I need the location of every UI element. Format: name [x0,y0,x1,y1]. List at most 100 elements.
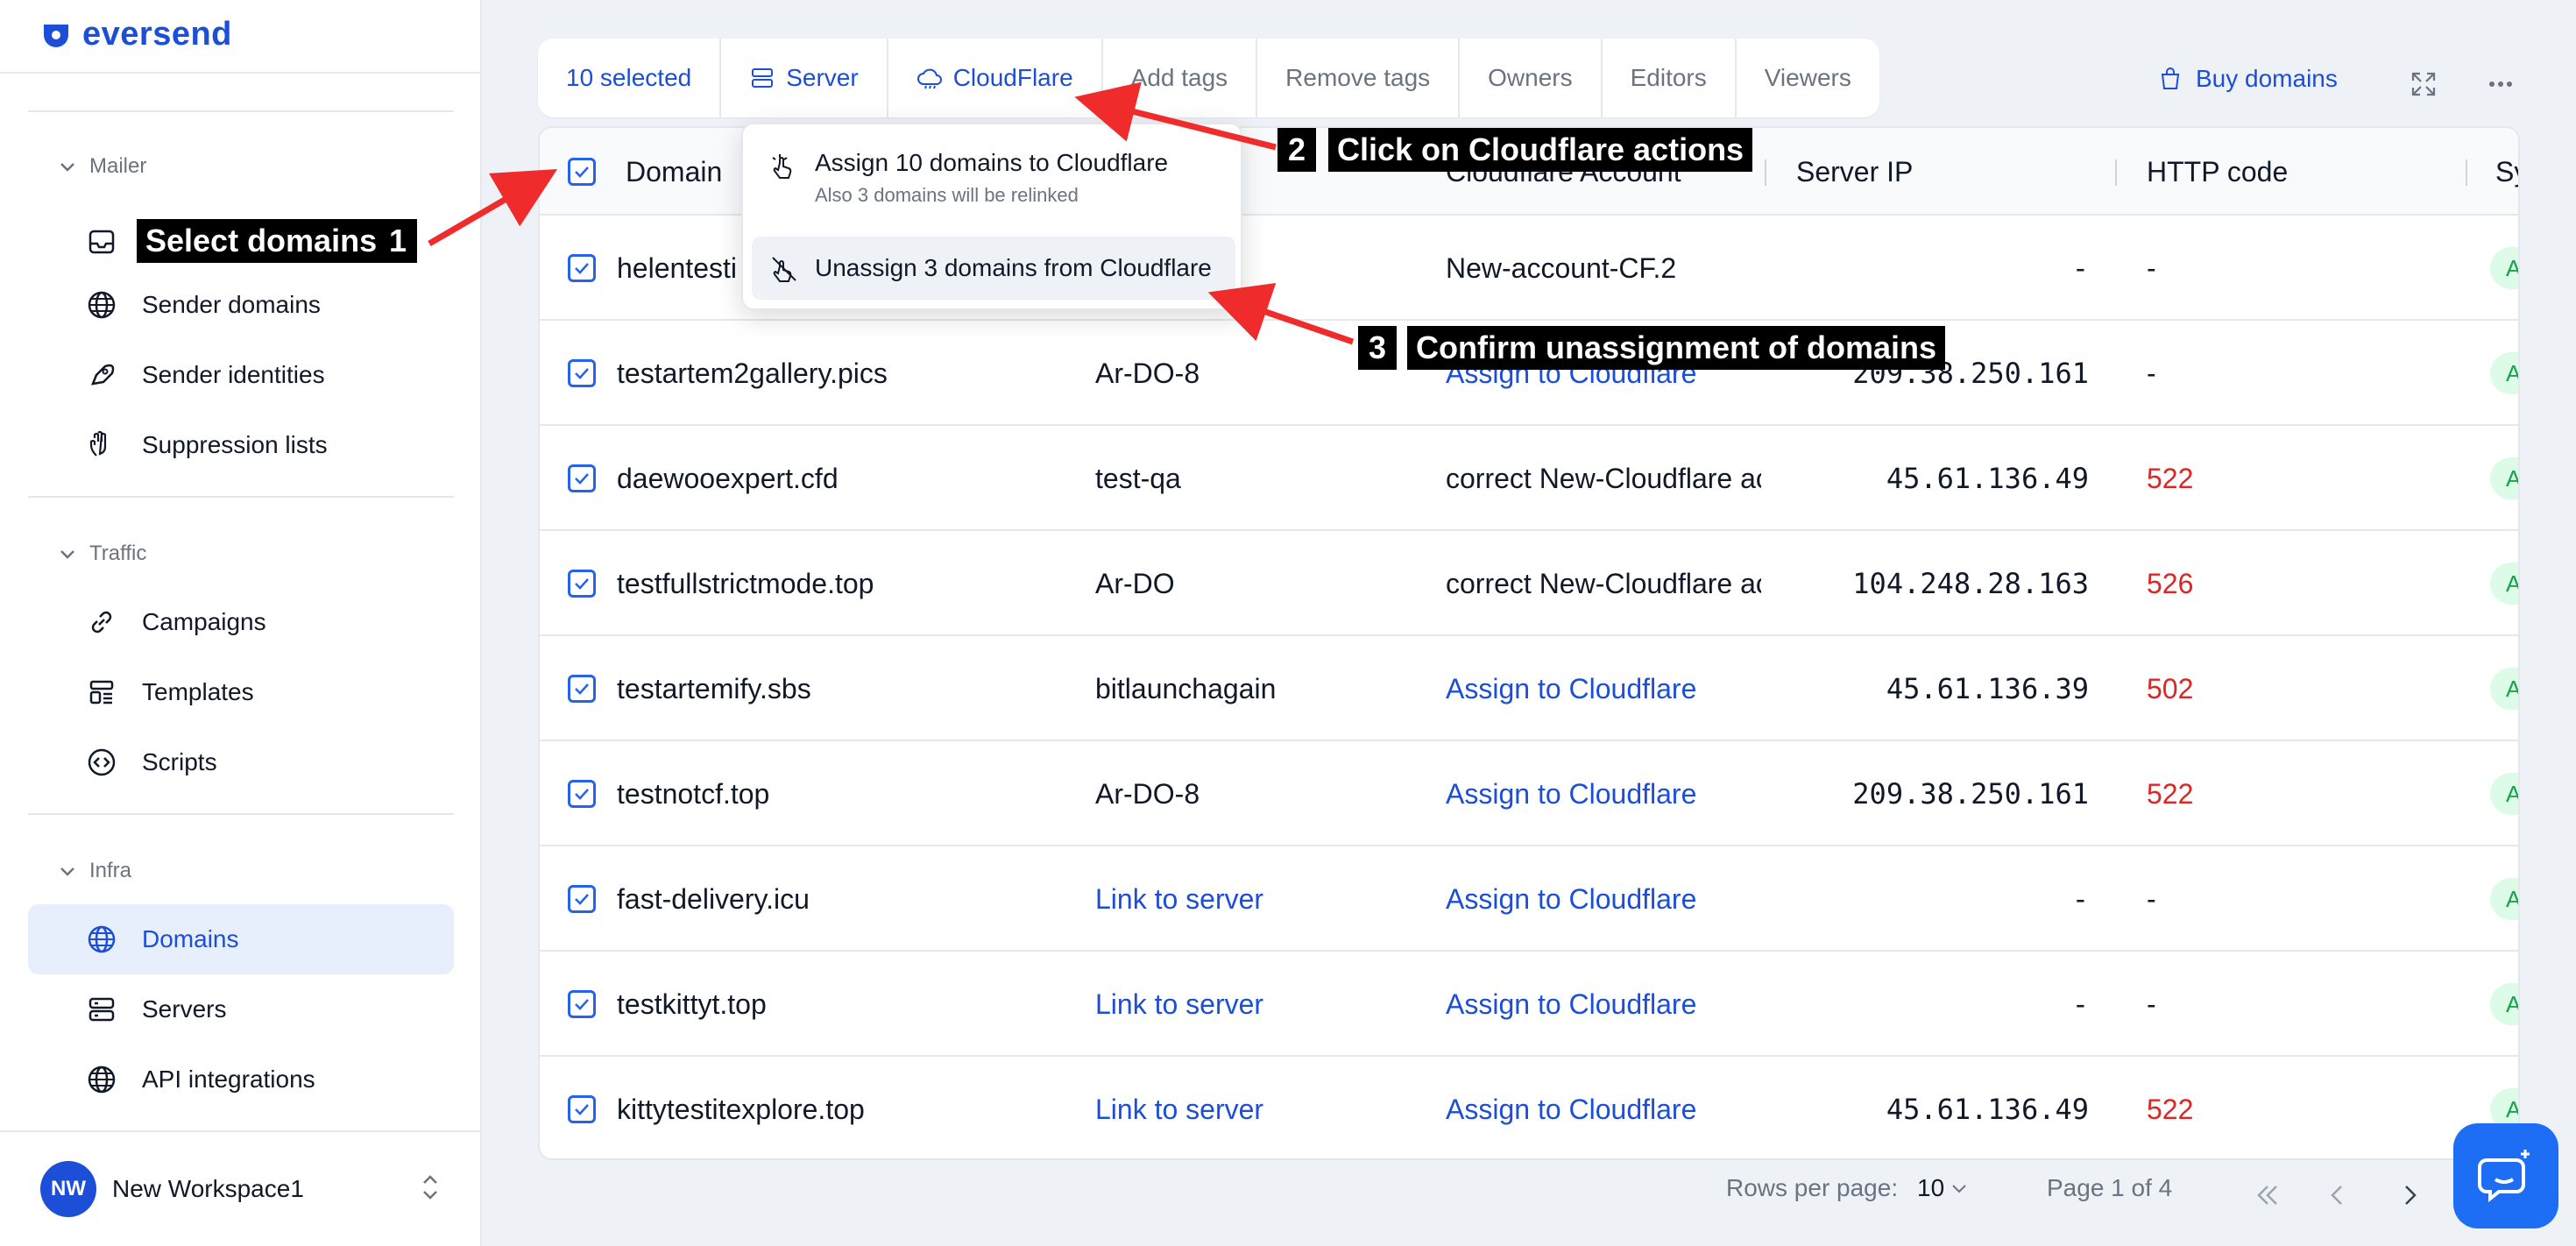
section-traffic[interactable]: Traffic [58,542,146,566]
sidebar-item-sender-identities[interactable]: Sender identities [28,340,454,410]
table-row[interactable]: fast-delivery.icu Link to server Assign to… [540,846,2518,952]
selected-count: 10 selected [566,64,692,91]
sidebar-item-servers[interactable]: Servers [28,974,454,1044]
domain-cell[interactable]: daewooexpert.cfd [617,426,1072,531]
add-tags-button[interactable]: Add tags [1103,39,1258,117]
divider [28,496,454,498]
hand-icon [89,430,107,457]
row-checkbox[interactable] [568,464,596,492]
owners-button[interactable]: Owners [1460,39,1603,117]
rocket-icon [91,364,115,386]
link-to-server-link[interactable]: Link to server [1095,846,1411,952]
sidebar-item-api-integrations[interactable]: API integrations [28,1044,454,1115]
column-header-server-ip[interactable]: Server IP [1796,128,1913,216]
sidebar-item-label: API integrations [142,1065,315,1093]
prev-page-icon[interactable] [2320,1178,2355,1213]
server-cell: bitlaunchagain [1095,672,1277,704]
server-ip-cell: 45.61.136.39 [1886,672,2089,705]
check-icon [575,894,589,905]
editors-button[interactable]: Editors [1603,39,1737,117]
domain-cell[interactable]: fast-delivery.icu [617,846,1072,952]
check-icon [575,166,589,178]
server-ip-cell: - [2071,988,2089,1021]
table-row[interactable]: kittytestitexplore.top Link to server Assi… [540,1057,2518,1158]
rows-per-page-select[interactable]: 10 [1917,1174,1969,1202]
section-infra[interactable]: Infra [58,859,131,883]
row-checkbox[interactable] [568,359,596,387]
column-divider [1765,159,1766,186]
sidebar-item-campaigns[interactable]: Campaigns [28,587,454,657]
link-to-server-link[interactable]: Link to server [1095,952,1411,1057]
divider [0,72,482,74]
chevron-updown-icon [417,1170,443,1209]
column-header-http-code[interactable]: HTTP code [2147,128,2288,216]
sidebar-item-suppression-lists[interactable]: Suppression lists [28,410,454,480]
row-checkbox[interactable] [568,885,596,913]
column-header-sync[interactable]: Sy [2495,128,2518,216]
remove-tags-button[interactable]: Remove tags [1257,39,1461,117]
assign-to-cloudflare-link[interactable]: Assign to Cloudflare [1446,636,1761,741]
table-row[interactable]: testnotcf.top Ar-DO-8 Assign to Cloudflare… [540,741,2518,846]
pointer-hand-off-icon [772,257,796,282]
sidebar-item-label: Sender domains [142,291,321,318]
domain-cell[interactable]: testkittyt.top [617,952,1072,1057]
row-checkbox[interactable] [568,990,596,1018]
table-row[interactable]: testfullstrictmode.top Ar-DO correct New-C… [540,531,2518,636]
row-checkbox[interactable] [568,1095,596,1123]
domain-cell[interactable]: testartem2gallery.pics [617,321,1072,426]
selected-count-button[interactable]: 10 selected [538,39,722,117]
column-header-domain[interactable]: Domain [626,128,722,216]
assign-to-cloudflare-link[interactable]: Assign to Cloudflare [1446,846,1761,952]
server-ip-cell: 209.38.250.161 [1852,777,2089,811]
http-code-cell: 526 [2147,567,2194,599]
row-checkbox[interactable] [568,780,596,808]
sidebar-item-domains[interactable]: Domains [28,904,454,974]
brand-logo[interactable]: eversend [40,16,232,53]
first-page-icon[interactable] [2250,1178,2285,1213]
cloudflare-label: CloudFlare [952,64,1073,91]
domain-cell[interactable]: kittytestitexplore.top [617,1057,1072,1158]
cloudflare-account-cell: correct New-Cloudflare ac [1446,567,1761,599]
table-row[interactable]: daewooexpert.cfd test-qa correct New-Cloud… [540,426,2518,531]
server-icon [88,997,115,1022]
domain-cell[interactable]: testnotcf.top [617,741,1072,846]
sync-status-badge: A [2490,457,2518,499]
buy-domains-button[interactable]: Buy domains [2157,65,2338,93]
row-checkbox[interactable] [568,675,596,703]
workspace-switcher[interactable]: NW New Workspace1 [40,1160,443,1218]
check-icon [575,683,589,695]
section-mailer[interactable]: Mailer [58,154,146,179]
assign-to-cloudflare-link[interactable]: Assign to Cloudflare [1446,1057,1761,1158]
row-checkbox[interactable] [568,570,596,598]
divider [28,813,454,815]
support-chat-button[interactable] [2453,1123,2558,1228]
table-row[interactable]: testartemify.sbs bitlaunchagain Assign to … [540,636,2518,741]
table-row[interactable]: testkittyt.top Link to server Assign to Cl… [540,952,2518,1057]
unassign-from-cloudflare-menu-item[interactable]: Unassign 3 domains from Cloudflare [752,237,1235,300]
assign-to-cloudflare-link[interactable]: Assign to Cloudflare [1446,952,1761,1057]
cloudflare-account-cell: New-account-CF.2 [1446,251,1677,284]
cloudflare-button[interactable]: CloudFlare [888,39,1103,117]
add-tags-label: Add tags [1130,64,1228,91]
select-all-checkbox[interactable] [568,158,596,186]
sidebar-item-sender-domains[interactable]: Sender domains [28,270,454,340]
domain-cell[interactable]: testartemify.sbs [617,636,1072,741]
next-page-icon[interactable] [2392,1178,2427,1213]
viewers-button[interactable]: Viewers [1737,39,1879,117]
sidebar-item-label: Templates [142,678,254,705]
assign-to-cloudflare-menu-item[interactable]: Assign 10 domains to Cloudflare Also 3 d… [752,140,1235,228]
http-code-cell: - [2147,251,2156,284]
sidebar-item-scripts[interactable]: Scripts [28,727,454,797]
sidebar-item-templates[interactable]: Templates [28,657,454,727]
row-checkbox[interactable] [568,254,596,282]
section-title: Traffic [89,542,147,565]
domain-cell[interactable]: testfullstrictmode.top [617,531,1072,636]
expand-icon[interactable] [2408,68,2439,100]
globe-icon [88,925,116,953]
globe-icon [88,1065,116,1094]
server-ip-cell: 45.61.136.49 [1886,462,2089,495]
server-button[interactable]: Server [721,39,888,117]
link-to-server-link[interactable]: Link to server [1095,1057,1411,1158]
assign-to-cloudflare-link[interactable]: Assign to Cloudflare [1446,741,1761,846]
more-options-icon[interactable] [2485,68,2516,100]
